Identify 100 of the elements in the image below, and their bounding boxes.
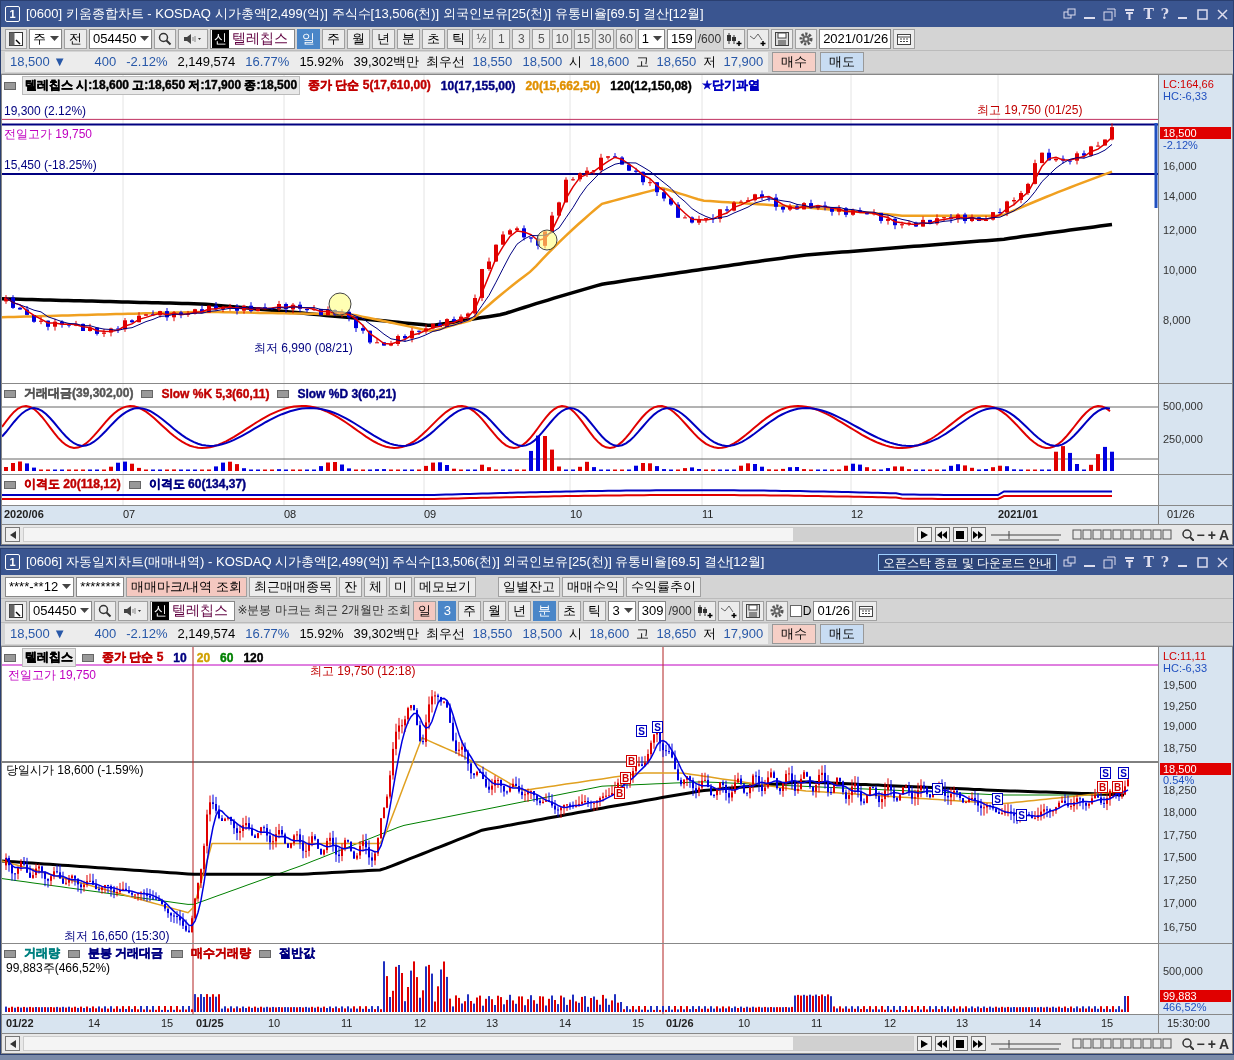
- toolbar-button[interactable]: 전: [64, 28, 87, 49]
- toolbar-button[interactable]: 30: [595, 28, 615, 49]
- toolbar-button[interactable]: 메모보기: [413, 576, 476, 597]
- scrollbar-thumb[interactable]: [792, 1037, 913, 1050]
- zoom-icon[interactable]: [1181, 1037, 1194, 1050]
- toolbar-button[interactable]: 분: [533, 600, 557, 621]
- toolbar-button[interactable]: 일별잔고: [497, 576, 560, 597]
- toolbar-button[interactable]: 년: [372, 28, 396, 49]
- layout-button[interactable]: [5, 28, 27, 49]
- toolbar-button[interactable]: 60: [616, 28, 636, 49]
- toolbar-button[interactable]: 틱: [583, 600, 607, 621]
- toolbar-button[interactable]: 초: [422, 28, 446, 49]
- toolbar-button[interactable]: 주: [322, 28, 346, 49]
- fast-forward-button[interactable]: [970, 527, 986, 542]
- settings-button[interactable]: [795, 28, 818, 49]
- toolbar-button[interactable]: 년: [508, 600, 532, 621]
- toolbar-button[interactable]: 매매수익: [561, 576, 624, 597]
- legend-toggle-icon[interactable]: [68, 949, 80, 958]
- add-line-button[interactable]: [717, 600, 740, 621]
- toolbar-button[interactable]: 일: [413, 600, 437, 621]
- maximize-icon[interactable]: [1196, 555, 1209, 569]
- legend-toggle-icon[interactable]: [171, 949, 184, 958]
- sell-button[interactable]: 매도: [820, 624, 865, 644]
- stock-selector[interactable]: 신 텔레칩스: [210, 28, 296, 49]
- toolbar-button[interactable]: 월: [483, 600, 507, 621]
- scroll-left-button[interactable]: [5, 527, 20, 542]
- input-field[interactable]: 159: [667, 28, 696, 49]
- window-copy-icon[interactable]: [1103, 555, 1117, 569]
- legend-toggle-icon[interactable]: [4, 653, 16, 662]
- toolbar-button[interactable]: 분: [397, 28, 421, 49]
- buy-button[interactable]: 매수: [772, 624, 817, 644]
- font-button[interactable]: T: [1143, 6, 1154, 22]
- settings-button[interactable]: [765, 600, 788, 621]
- save-button[interactable]: [741, 600, 764, 621]
- rewind-button[interactable]: [934, 527, 950, 542]
- toolbar-button[interactable]: 체: [363, 576, 387, 597]
- legend-toggle-icon[interactable]: [4, 81, 16, 90]
- close-icon[interactable]: [1216, 555, 1229, 569]
- toolbar-button[interactable]: 10: [552, 28, 572, 49]
- zoom-icon[interactable]: [1181, 528, 1194, 541]
- close-icon[interactable]: [1216, 7, 1229, 21]
- calendar-button[interactable]: [893, 28, 916, 49]
- add-line-button[interactable]: [747, 28, 770, 49]
- toolbar-button[interactable]: 매매마크/내역 조회: [125, 576, 247, 597]
- sound-button[interactable]: [178, 28, 209, 49]
- window-tile-icon[interactable]: [1063, 7, 1077, 21]
- calendar-button[interactable]: [855, 600, 877, 621]
- toolbar-button[interactable]: 월: [347, 28, 371, 49]
- help-button[interactable]: ?: [1160, 6, 1169, 22]
- toolbar-button[interactable]: 잔: [338, 576, 362, 597]
- legend-toggle-icon[interactable]: [259, 949, 272, 958]
- input-field[interactable]: 01/26: [813, 600, 853, 621]
- chart-tool-button[interactable]: −: [1196, 526, 1205, 543]
- maximize-icon[interactable]: [1196, 7, 1209, 21]
- stop-button[interactable]: [952, 527, 968, 542]
- toolbar-button[interactable]: 수익률추이: [625, 576, 701, 597]
- add-candle-button[interactable]: [693, 600, 716, 621]
- toolbar-button[interactable]: 5: [532, 28, 551, 49]
- toolbar-button[interactable]: 15: [573, 28, 594, 49]
- input-field[interactable]: 2021/01/26: [819, 28, 892, 49]
- legend-toggle-icon[interactable]: [4, 480, 16, 489]
- input-field[interactable]: ********: [76, 576, 124, 597]
- dropdown-field[interactable]: 054450: [89, 28, 153, 49]
- search-button[interactable]: [154, 28, 177, 49]
- dropdown-field[interactable]: 1: [637, 28, 666, 49]
- rewind-button[interactable]: [934, 1036, 950, 1051]
- chart-tool-button[interactable]: A: [1218, 526, 1229, 543]
- stop-button[interactable]: [952, 1036, 968, 1051]
- search-button[interactable]: [94, 600, 117, 621]
- play-button[interactable]: [916, 527, 932, 542]
- dropdown-field[interactable]: ****-**12: [5, 576, 75, 597]
- legend-toggle-icon[interactable]: [277, 389, 290, 398]
- legend-toggle-icon[interactable]: [4, 389, 16, 398]
- checkbox[interactable]: [789, 604, 802, 617]
- toolbar-button[interactable]: 초: [558, 600, 582, 621]
- toolbar-button[interactable]: 최근매매종목: [248, 576, 337, 597]
- input-field[interactable]: 309: [637, 600, 667, 621]
- legend-toggle-icon[interactable]: [141, 389, 154, 398]
- stock-selector[interactable]: 신 텔레칩스: [150, 600, 236, 621]
- toolbar-button[interactable]: 주: [458, 600, 482, 621]
- chart-tool-button[interactable]: A: [1218, 1035, 1229, 1052]
- toolbar-button[interactable]: 1: [492, 28, 511, 49]
- window-tile-icon[interactable]: [1063, 555, 1077, 569]
- help-button[interactable]: ?: [1160, 554, 1169, 570]
- sound-button[interactable]: [118, 600, 149, 621]
- play-button[interactable]: [916, 1036, 932, 1051]
- legend-toggle-icon[interactable]: [82, 653, 94, 662]
- legend-toggle-icon[interactable]: [4, 949, 16, 958]
- toolbar-button[interactable]: ½: [472, 28, 491, 49]
- toolbar-button[interactable]: 3: [512, 28, 531, 49]
- buy-button[interactable]: 매수: [772, 52, 817, 72]
- font-button[interactable]: T: [1143, 554, 1154, 570]
- scroll-left-button[interactable]: [5, 1036, 20, 1051]
- legend-toggle-icon[interactable]: [128, 480, 141, 489]
- layout-button[interactable]: [5, 600, 27, 621]
- chart-tool-button[interactable]: +: [1207, 1035, 1216, 1052]
- notice-button[interactable]: 오픈스탁 종료 및 다운로드 안내: [878, 553, 1058, 571]
- scrollbar-thumb[interactable]: [792, 528, 913, 541]
- toolbar-button[interactable]: 미: [388, 576, 412, 597]
- dropdown-field[interactable]: 주: [29, 28, 62, 49]
